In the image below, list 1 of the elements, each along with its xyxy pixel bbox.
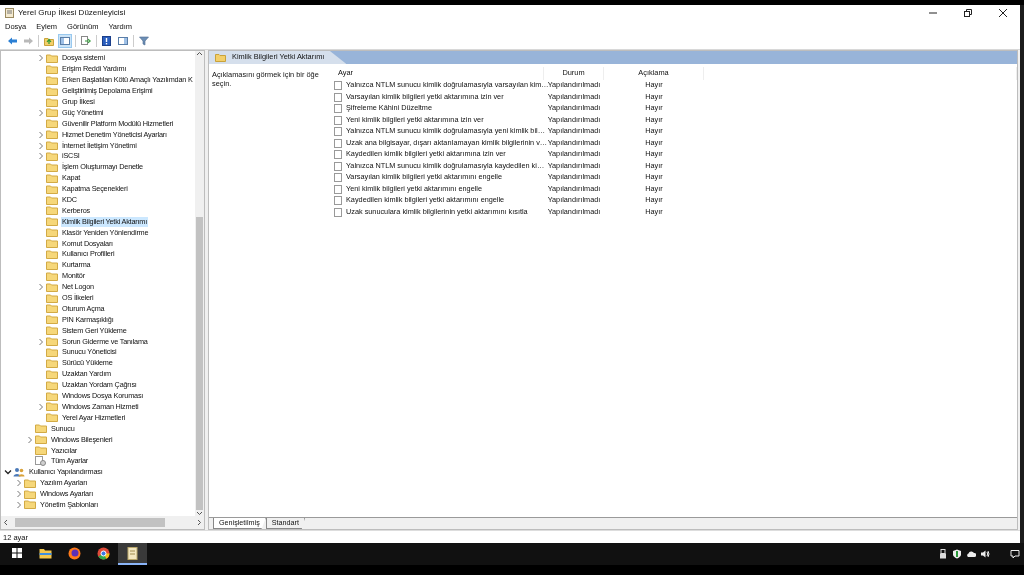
window-title: Yerel Grup İlkesi Düzenleyicisi <box>18 7 126 18</box>
